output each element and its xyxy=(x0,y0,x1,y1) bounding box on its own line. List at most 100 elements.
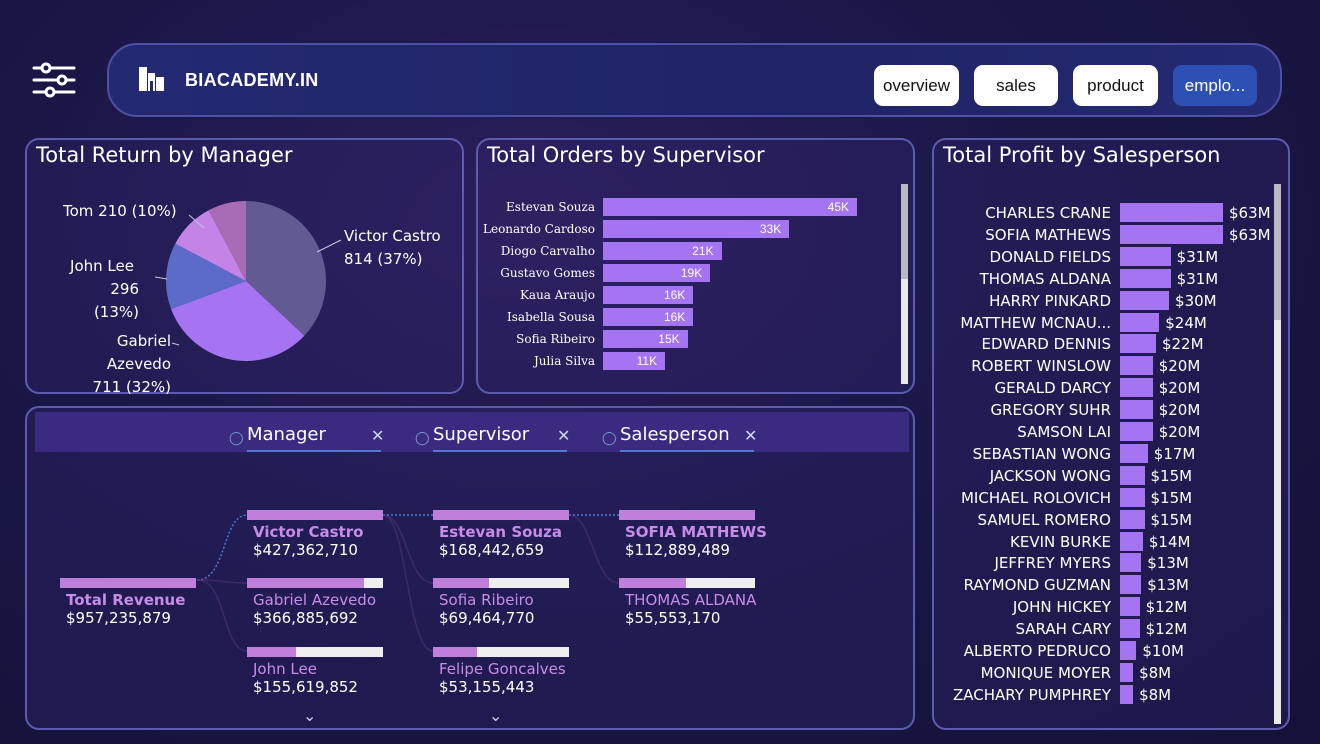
bar-label: JEFFREY MYERS xyxy=(994,554,1111,573)
node-name: Gabriel Azevedo xyxy=(253,591,377,609)
bar-label: GREGORY SUHR xyxy=(990,401,1111,420)
bar-label: ROBERT WINSLOW xyxy=(971,357,1111,376)
data-label: 45K xyxy=(827,200,849,214)
bar[interactable] xyxy=(1120,443,1148,463)
pie-label-tom: Tom 210 (10%) xyxy=(63,202,177,220)
profit-by-salesperson-panel: Total Profit by Salesperson CHARLES CRAN… xyxy=(932,138,1290,730)
bar[interactable] xyxy=(1120,203,1223,222)
leader-line xyxy=(316,239,342,253)
biacademy-logo-icon xyxy=(137,63,169,99)
bar[interactable] xyxy=(1120,268,1171,288)
bar-label: THOMAS ALDANA xyxy=(979,269,1111,288)
data-label: $15M xyxy=(1150,510,1193,529)
bar-label: CHARLES CRANE xyxy=(985,204,1111,222)
scrollbar-thumb[interactable] xyxy=(1274,184,1281,320)
tab-sales[interactable]: sales xyxy=(974,65,1058,106)
chevron-down-icon[interactable]: ⌄ xyxy=(489,706,502,726)
node-name: John Lee xyxy=(253,660,317,678)
data-label: $13M xyxy=(1147,554,1189,573)
bar-label: GERALD DARCY xyxy=(994,379,1111,398)
data-label: $20M xyxy=(1158,423,1201,441)
data-label: 33K xyxy=(759,222,782,236)
bar-label: Diogo Carvalho xyxy=(500,244,595,258)
decomposition-tree-panel: ◯ Manager ✕ ◯ Supervisor ✕ ◯ Salesperson… xyxy=(25,406,915,730)
node-value: $427,362,710 xyxy=(253,541,358,559)
filter-menu-icon[interactable] xyxy=(30,62,80,102)
data-label: 16K xyxy=(663,310,686,324)
data-label: $15M xyxy=(1150,488,1193,507)
bar[interactable] xyxy=(1120,575,1142,595)
node-value: $112,889,489 xyxy=(625,541,730,559)
bar-label: SARAH CARY xyxy=(1015,620,1111,639)
bar[interactable] xyxy=(1120,641,1137,660)
data-label: 16K xyxy=(663,288,686,302)
node-name: Estevan Souza xyxy=(439,523,562,541)
data-label: 21K xyxy=(692,244,714,258)
bar-label: Estevan Souza xyxy=(506,200,595,214)
data-label: $10M xyxy=(1142,642,1184,660)
bar-label: HARRY PINKARD xyxy=(989,291,1111,310)
node-value: $168,442,659 xyxy=(439,541,544,559)
bar[interactable] xyxy=(1120,662,1134,682)
bar-label: SEBASTIAN WONG xyxy=(972,444,1111,463)
bar[interactable] xyxy=(1120,334,1156,354)
node-name: Victor Castro xyxy=(253,523,364,541)
data-label: $17M xyxy=(1153,444,1196,463)
data-label: 15K xyxy=(658,332,680,346)
bar[interactable] xyxy=(1120,509,1145,529)
bar[interactable] xyxy=(1120,487,1145,507)
data-label: 11K xyxy=(636,354,658,368)
bar-label: Sofia Ribeiro xyxy=(516,332,595,346)
bar-label: MONIQUE MOYER xyxy=(980,663,1111,682)
orders-bar-chart: Estevan Souza 45K Leonardo Cardoso 33K Diogo… xyxy=(478,140,915,394)
bar[interactable] xyxy=(1120,553,1142,573)
orders-by-supervisor-panel: Total Orders by Supervisor Estevan Souza… xyxy=(476,138,915,394)
pie-label-gabriel: Gabriel Azevedo 711 (32%) xyxy=(92,332,171,396)
data-label: 19K xyxy=(680,266,703,280)
tab-overview[interactable]: overview xyxy=(874,65,959,106)
brand-name: BIACADEMY.IN xyxy=(185,70,319,90)
node-value: $155,619,852 xyxy=(253,678,358,696)
bar[interactable] xyxy=(1120,356,1153,376)
bar-label: SAMSON LAI xyxy=(1017,423,1111,441)
node-value: $53,155,443 xyxy=(439,678,535,696)
bar-label: Julia Silva xyxy=(533,354,595,368)
node-name: SOFIA MATHEWS xyxy=(625,523,767,541)
bar[interactable] xyxy=(1120,224,1223,244)
tab-employee[interactable]: emplo... xyxy=(1173,65,1257,106)
data-label: $12M xyxy=(1145,620,1188,639)
bar-label: MICHAEL ROLOVICH xyxy=(960,488,1111,507)
bar[interactable] xyxy=(1120,246,1171,266)
chevron-down-icon[interactable]: ⌄ xyxy=(303,706,316,726)
bar[interactable] xyxy=(1120,312,1160,332)
data-label: $8M xyxy=(1139,685,1172,704)
data-label: $31M xyxy=(1176,269,1219,288)
bar-label: JACKSON WONG xyxy=(989,466,1111,485)
bar-label: KEVIN BURKE xyxy=(1010,532,1111,551)
data-label: $63M xyxy=(1229,225,1271,244)
scrollbar-thumb[interactable] xyxy=(901,184,908,279)
profit-bar-chart: CHARLES CRANE $63M SOFIA MATHEWS $63M DONALD… xyxy=(934,140,1290,730)
data-label: $30M xyxy=(1175,291,1217,310)
data-label: $22M xyxy=(1161,335,1204,354)
tab-product[interactable]: product xyxy=(1073,65,1158,106)
data-label: $20M xyxy=(1158,401,1201,420)
node-value: $55,553,170 xyxy=(625,609,721,627)
bar[interactable] xyxy=(1120,378,1153,398)
bar-label: MATTHEW MCNAU... xyxy=(960,313,1111,332)
data-label: $31M xyxy=(1176,247,1219,266)
bar[interactable] xyxy=(1120,465,1145,485)
leader-line xyxy=(171,342,180,346)
bar[interactable] xyxy=(1120,597,1140,617)
bar[interactable] xyxy=(1120,422,1153,441)
bar-label: Gustavo Gomes xyxy=(500,266,595,280)
bar[interactable] xyxy=(1120,400,1153,420)
bar-label: ALBERTO PEDRUCO xyxy=(963,642,1111,660)
data-label: $20M xyxy=(1158,379,1201,398)
bar[interactable] xyxy=(1120,531,1143,551)
bar[interactable] xyxy=(1120,684,1134,704)
bar-label: ZACHARY PUMPHREY xyxy=(952,685,1111,704)
bar[interactable] xyxy=(1120,619,1140,639)
data-label: $20M xyxy=(1158,357,1201,376)
bar[interactable] xyxy=(1120,290,1170,310)
